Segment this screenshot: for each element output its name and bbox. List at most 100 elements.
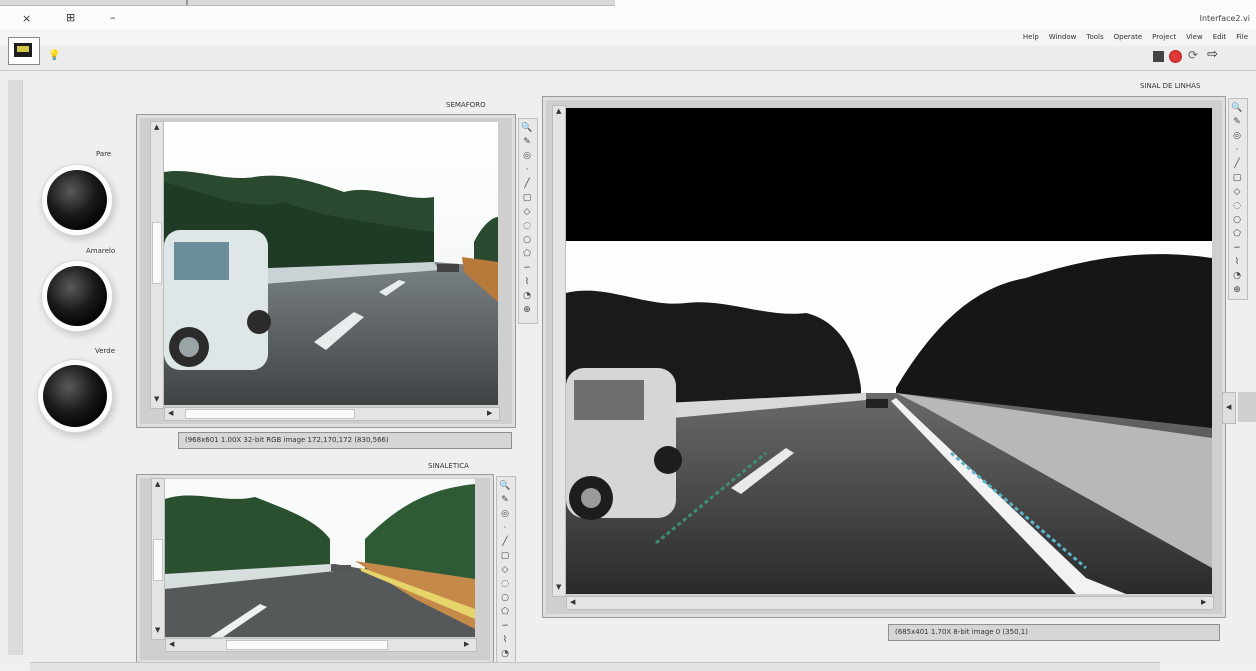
zoom-icon[interactable]: 🔍 [1231, 102, 1243, 114]
polyline-tool-icon[interactable]: ⌇ [499, 634, 511, 646]
indicator-label-amarelo: Amarelo [86, 247, 116, 255]
oval-tool-icon[interactable]: ○ [499, 592, 511, 604]
broken-line-icon[interactable]: ⊕ [521, 304, 533, 316]
pan-icon[interactable]: ✎ [521, 136, 533, 148]
scroll-down-icon[interactable]: ▼ [154, 396, 159, 403]
scroll-thumb[interactable] [153, 539, 163, 581]
window-title: Interface2.vi [1199, 14, 1250, 23]
linhas-vscroll[interactable]: ▲ ▼ [552, 105, 566, 597]
sinaletica-hscroll[interactable]: ◀ ▶ [165, 638, 477, 652]
roi-tool-icon[interactable]: ▢ [1231, 172, 1243, 184]
close-button[interactable]: × [22, 12, 31, 25]
pan-icon[interactable]: ✎ [499, 494, 511, 506]
minimize-button[interactable]: – [110, 11, 116, 24]
toolbar [0, 46, 1256, 71]
linhas-image-info: (685x401 1.70X 8-bit image 0 (350,1) [888, 624, 1220, 641]
scroll-thumb[interactable] [226, 640, 388, 650]
panel-scroll-arrow[interactable]: ◀ [1222, 392, 1236, 424]
maximize-button[interactable]: ⊞ [66, 11, 75, 24]
scroll-up-icon[interactable]: ▲ [154, 124, 159, 131]
menu-help[interactable]: Help [1023, 33, 1039, 41]
polygon-tool-icon[interactable]: ⬠ [1231, 228, 1243, 240]
run-continuous-icon[interactable]: ⟳ [1188, 48, 1198, 62]
linhas-title: SINAL DE LINHAS [1140, 82, 1201, 90]
menu-operate[interactable]: Operate [1114, 33, 1142, 41]
scroll-down-icon[interactable]: ▼ [155, 627, 160, 634]
polygon-tool-icon[interactable]: ⬠ [521, 248, 533, 260]
scroll-up-icon[interactable]: ▲ [556, 108, 561, 115]
menu-file[interactable]: File [1236, 33, 1248, 41]
scroll-up-icon[interactable]: ▲ [155, 481, 160, 488]
polygon-tool-icon[interactable]: ⬠ [499, 606, 511, 618]
menu-bar: Help Window Tools Operate Project View E… [0, 30, 1256, 46]
panel-vscroll-thumb[interactable] [1238, 392, 1256, 422]
sinaletica-title: SINALETICA [428, 462, 469, 470]
freehand-tool-icon[interactable]: ∽ [1231, 242, 1243, 254]
scroll-left-icon[interactable]: ◀ [570, 599, 575, 606]
semaforo-image-info: (968x601 1.00X 32-bit RGB image 172,170,… [178, 432, 512, 449]
oval-tool-icon[interactable]: ○ [521, 234, 533, 246]
pan-icon[interactable]: ✎ [1231, 116, 1243, 128]
scroll-thumb[interactable] [185, 409, 355, 419]
scroll-right-icon[interactable]: ▶ [1201, 599, 1206, 606]
menu-edit[interactable]: Edit [1213, 33, 1227, 41]
roi-tool-icon[interactable]: ▢ [521, 192, 533, 204]
zoom-icon[interactable]: 🔍 [521, 122, 533, 134]
scroll-left-icon[interactable]: ◀ [168, 410, 173, 417]
annulus-icon[interactable]: ◌ [1231, 200, 1243, 212]
strip-divider [186, 0, 188, 5]
linhas-image [566, 108, 1212, 594]
menu-view[interactable]: View [1186, 33, 1203, 41]
left-scrollbar[interactable] [8, 80, 23, 655]
oval-tool-icon[interactable]: ○ [1231, 214, 1243, 226]
selection-tool-icon[interactable]: ◎ [521, 150, 533, 162]
selection-tool-icon[interactable]: ◎ [1231, 130, 1243, 142]
led-amarelo [47, 266, 107, 326]
indicator-label-verde: Verde [95, 347, 116, 355]
stop-icon[interactable] [1153, 51, 1164, 62]
annulus-sector-icon[interactable]: ◔ [1231, 270, 1243, 282]
annulus-icon[interactable]: ◌ [499, 578, 511, 590]
semaforo-vscroll[interactable]: ▲ ▼ [150, 121, 164, 409]
freehand-tool-icon[interactable]: ∽ [521, 262, 533, 274]
menu-window[interactable]: Window [1049, 33, 1077, 41]
line-tool-icon[interactable]: ╱ [499, 536, 511, 548]
linhas-hscroll[interactable]: ◀ ▶ [566, 596, 1214, 610]
line-tool-icon[interactable]: ╱ [521, 178, 533, 190]
sinaletica-image [165, 479, 475, 637]
scroll-right-icon[interactable]: ▶ [464, 641, 469, 648]
semaforo-hscroll[interactable]: ◀ ▶ [164, 407, 500, 421]
annulus-sector-icon[interactable]: ◔ [521, 290, 533, 302]
lightbulb-icon[interactable]: 💡 [48, 50, 60, 61]
abort-icon[interactable] [1169, 50, 1182, 63]
semaforo-title: SEMAFORO [446, 101, 486, 109]
polyline-tool-icon[interactable]: ⌇ [1231, 256, 1243, 268]
point-tool-icon[interactable]: · [1231, 144, 1243, 156]
broken-line-icon[interactable]: ⊕ [1231, 284, 1243, 296]
sinaletica-vscroll[interactable]: ▲ ▼ [151, 478, 165, 640]
led-pare [47, 170, 107, 230]
point-tool-icon[interactable]: · [521, 164, 533, 176]
line-tool-icon[interactable]: ╱ [1231, 158, 1243, 170]
zoom-icon[interactable]: 🔍 [499, 480, 511, 492]
freehand-tool-icon[interactable]: ∽ [499, 620, 511, 632]
scroll-down-icon[interactable]: ▼ [556, 584, 561, 591]
rotated-rect-icon[interactable]: ◇ [1231, 186, 1243, 198]
scroll-right-icon[interactable]: ▶ [487, 410, 492, 417]
annulus-sector-icon[interactable]: ◔ [499, 648, 511, 660]
menu-project[interactable]: Project [1152, 33, 1176, 41]
roi-tool-icon[interactable]: ▢ [499, 550, 511, 562]
scroll-thumb[interactable] [152, 222, 162, 284]
menu-tools[interactable]: Tools [1086, 33, 1103, 41]
polyline-tool-icon[interactable]: ⌇ [521, 276, 533, 288]
run-arrow-icon[interactable]: ⇨ [1207, 47, 1218, 62]
linhas-tool-palette: 🔍 ✎ ◎ · ╱ ▢ ◇ ◌ ○ ⬠ ∽ ⌇ ◔ ⊕ [1228, 98, 1248, 300]
semaforo-tool-palette: 🔍 ✎ ◎ · ╱ ▢ ◇ ◌ ○ ⬠ ∽ ⌇ ◔ ⊕ [518, 118, 538, 324]
rotated-rect-icon[interactable]: ◇ [521, 206, 533, 218]
point-tool-icon[interactable]: · [499, 522, 511, 534]
annulus-icon[interactable]: ◌ [521, 220, 533, 232]
scroll-left-icon[interactable]: ◀ [169, 641, 174, 648]
sinaletica-tool-palette: 🔍 ✎ ◎ · ╱ ▢ ◇ ◌ ○ ⬠ ∽ ⌇ ◔ [496, 476, 516, 668]
rotated-rect-icon[interactable]: ◇ [499, 564, 511, 576]
selection-tool-icon[interactable]: ◎ [499, 508, 511, 520]
